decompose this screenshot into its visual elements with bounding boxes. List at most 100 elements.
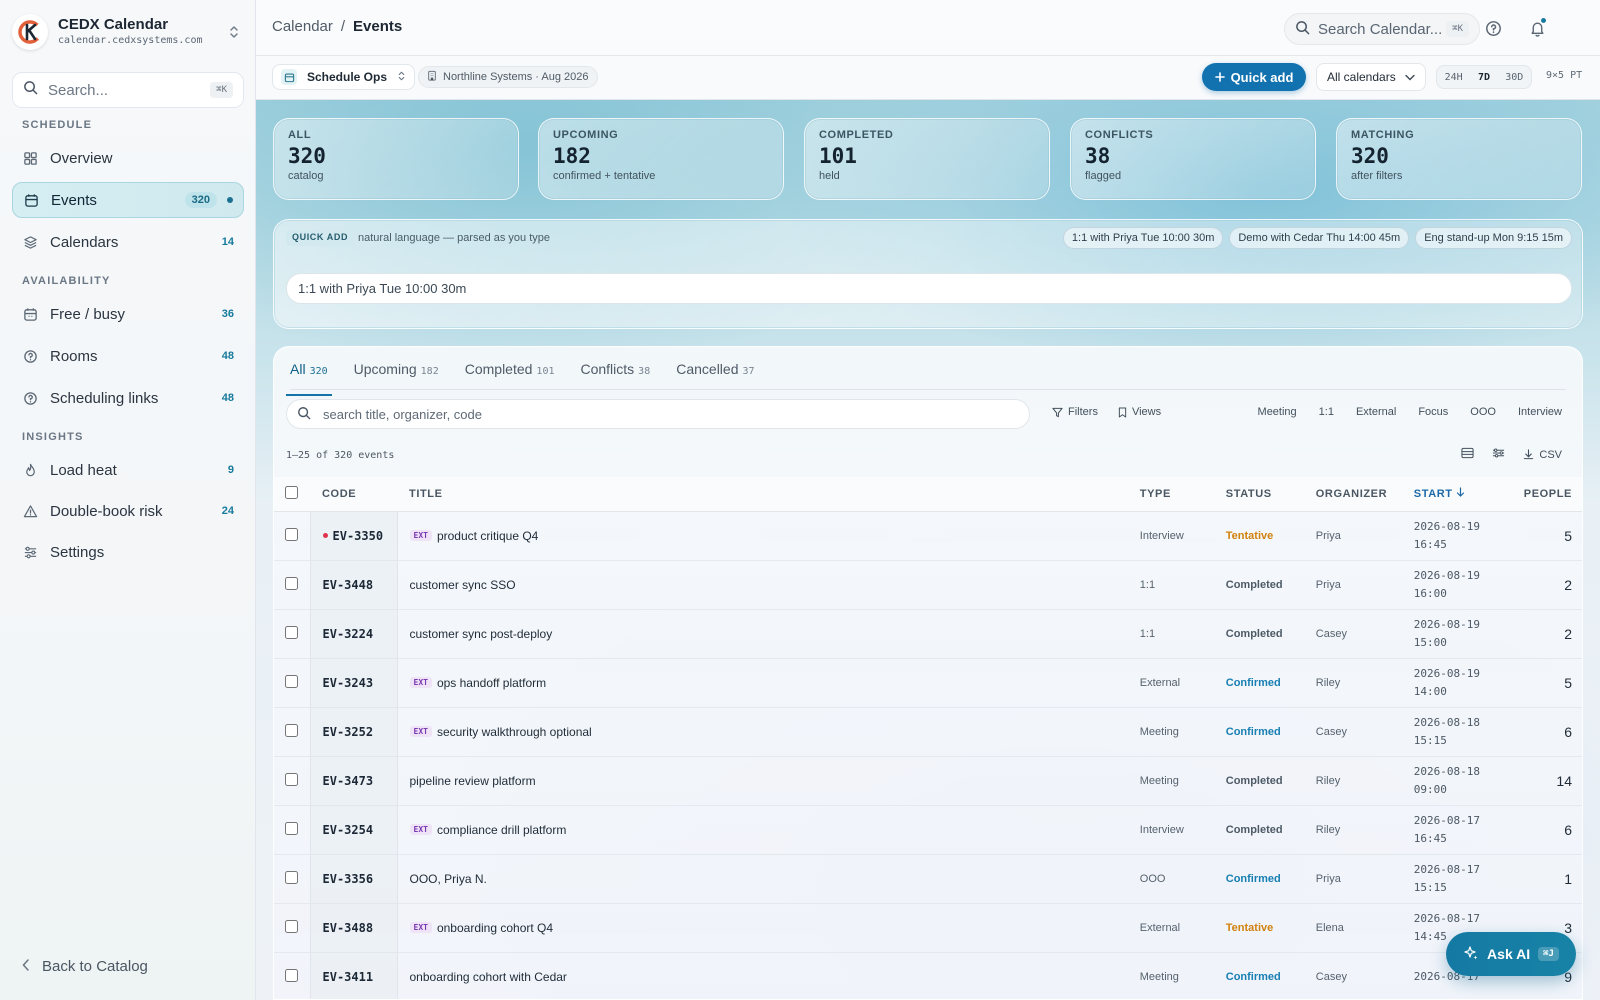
event-code[interactable]: EV-3252 <box>323 725 374 739</box>
row-checkbox[interactable] <box>285 723 298 737</box>
event-code[interactable]: EV-3356 <box>323 872 374 886</box>
workspace-switcher[interactable]: CEDX Calendar calendar.cedxsystems.com <box>12 12 244 52</box>
sidebar-item-events[interactable]: Events 320 <box>12 182 244 218</box>
column-header-code[interactable]: CODE <box>310 477 397 512</box>
table-row[interactable]: EV-3411 onboarding cohort with Cedar Meeti… <box>274 952 1582 999</box>
column-header-title[interactable]: TITLE <box>397 477 1128 512</box>
tab-conflicts[interactable]: Conflicts 38 <box>580 361 650 387</box>
ask-ai-button[interactable]: Ask AI ⌘J <box>1446 932 1576 976</box>
row-checkbox[interactable] <box>285 821 298 835</box>
event-title[interactable]: customer sync post-deploy <box>410 627 553 641</box>
event-code[interactable]: EV-3254 <box>323 823 374 837</box>
table-row[interactable]: EV-3488 EXT onboarding cohort Q4 External Te… <box>274 903 1582 953</box>
type-chip-meeting[interactable]: Meeting <box>1258 406 1297 418</box>
sidebar-item-overview[interactable]: Overview <box>12 140 244 176</box>
event-code[interactable]: EV-3350 <box>333 529 384 543</box>
stat-card-all[interactable]: ALL 320 catalog <box>273 118 519 200</box>
type-chip-focus[interactable]: Focus <box>1418 406 1448 418</box>
quick-add-input[interactable]: 1:1 with Priya Tue 10:00 30m <box>286 273 1572 304</box>
sidebar-item-scheduling-links[interactable]: Scheduling links 48 <box>12 380 244 416</box>
back-to-catalog-link[interactable]: Back to Catalog <box>22 958 148 975</box>
type-chip-external[interactable]: External <box>1356 406 1396 418</box>
stat-card-completed[interactable]: COMPLETED 101 held <box>804 118 1050 200</box>
stat-card-conflicts[interactable]: CONFLICTS 38 flagged <box>1070 118 1316 200</box>
row-checkbox[interactable] <box>285 674 298 688</box>
breadcrumb-root[interactable]: Calendar <box>272 18 333 35</box>
quick-add-example-chip[interactable]: 1:1 with Priya Tue 10:00 30m <box>1062 227 1224 249</box>
table-row[interactable]: EV-3224 customer sync post-deploy 1:1 Compl… <box>274 609 1582 659</box>
tab-upcoming[interactable]: Upcoming 182 <box>354 361 439 387</box>
event-code[interactable]: EV-3224 <box>323 627 374 641</box>
event-title[interactable]: customer sync SSO <box>410 578 516 592</box>
column-header-start[interactable]: START <box>1401 477 1512 512</box>
column-header-people[interactable]: PEOPLE <box>1511 477 1582 512</box>
filters-button[interactable]: Filters <box>1052 406 1098 418</box>
sidebar-search[interactable]: Search... ⌘K <box>12 72 244 108</box>
event-code[interactable]: EV-3473 <box>323 774 374 788</box>
table-row[interactable]: EV-3356 OOO, Priya N. OOO Confirmed Priya 202… <box>274 854 1582 904</box>
density-icon[interactable] <box>1461 447 1474 462</box>
tab-all[interactable]: All 320 <box>286 361 332 396</box>
event-title[interactable]: compliance drill platform <box>437 823 566 837</box>
event-title[interactable]: product critique Q4 <box>437 529 538 543</box>
help-icon[interactable] <box>1481 16 1505 40</box>
stat-card-upcoming[interactable]: UPCOMING 182 confirmed + tentative <box>538 118 784 200</box>
sidebar-item-free-busy[interactable]: Free / busy 36 <box>12 296 244 332</box>
event-title[interactable]: onboarding cohort Q4 <box>437 921 553 935</box>
row-checkbox[interactable] <box>285 968 298 982</box>
quick-add-button[interactable]: Quick add <box>1202 63 1306 91</box>
event-title[interactable]: ops handoff platform <box>437 676 546 690</box>
row-checkbox[interactable] <box>285 527 298 541</box>
quick-add-example-chip[interactable]: Eng stand-up Mon 9:15 15m <box>1415 227 1572 249</box>
type-chip-one-on-one[interactable]: 1:1 <box>1319 406 1334 418</box>
chevron-updown-icon[interactable] <box>224 22 244 42</box>
sidebar-item-calendars[interactable]: Calendars 14 <box>12 224 244 260</box>
column-header-status[interactable]: STATUS <box>1213 477 1304 512</box>
sidebar-item-double-book-risk[interactable]: Double-book risk 24 <box>12 493 244 529</box>
table-row[interactable]: EV-3473 pipeline review platform Meeting Co… <box>274 756 1582 806</box>
event-title[interactable]: onboarding cohort with Cedar <box>410 970 567 984</box>
export-csv-button[interactable]: CSV <box>1523 449 1562 461</box>
calendar-filter-dropdown[interactable]: All calendars <box>1316 63 1426 91</box>
event-title[interactable]: pipeline review platform <box>410 774 536 788</box>
table-row[interactable]: EV-3254 EXT compliance drill platform Inter… <box>274 805 1582 855</box>
quick-add-example-chip[interactable]: Demo with Cedar Thu 14:00 45m <box>1229 227 1410 249</box>
stat-card-matching[interactable]: MATCHING 320 after filters <box>1336 118 1582 200</box>
sidebar-item-load-heat[interactable]: Load heat 9 <box>12 452 244 488</box>
column-header-organizer[interactable]: ORGANIZER <box>1303 477 1402 512</box>
views-button[interactable]: Views <box>1118 406 1161 418</box>
events-search-input[interactable]: search title, organizer, code <box>286 399 1030 429</box>
row-checkbox[interactable] <box>285 919 298 933</box>
event-code[interactable]: EV-3411 <box>323 970 374 984</box>
row-checkbox[interactable] <box>285 576 298 590</box>
event-title[interactable]: OOO, Priya N. <box>410 872 487 886</box>
type-chip-interview[interactable]: Interview <box>1518 406 1562 418</box>
row-checkbox[interactable] <box>285 625 298 639</box>
range-7d[interactable]: 7D <box>1478 72 1490 83</box>
tab-completed[interactable]: Completed 101 <box>465 361 555 387</box>
table-row[interactable]: EV-3243 EXT ops handoff platform External Co… <box>274 658 1582 708</box>
column-header-type[interactable]: TYPE <box>1127 477 1214 512</box>
tab-cancelled[interactable]: Cancelled 37 <box>676 361 754 387</box>
range-24h[interactable]: 24H <box>1445 72 1463 83</box>
bell-icon[interactable] <box>1525 16 1549 40</box>
breadcrumb: Calendar / Events <box>272 18 402 35</box>
type-chip-ooo[interactable]: OOO <box>1470 406 1496 418</box>
table-row[interactable]: EV-3448 customer sync SSO 1:1 Completed Priy… <box>274 560 1582 610</box>
range-30d[interactable]: 30D <box>1505 72 1523 83</box>
stat-value: 320 <box>1351 144 1389 168</box>
row-checkbox[interactable] <box>285 870 298 884</box>
event-code[interactable]: EV-3243 <box>323 676 374 690</box>
event-code[interactable]: EV-3448 <box>323 578 374 592</box>
columns-settings-icon[interactable] <box>1492 447 1505 462</box>
sidebar-item-settings[interactable]: Settings <box>12 534 244 570</box>
table-row[interactable]: EV-3252 EXT security walkthrough optional M… <box>274 707 1582 757</box>
row-checkbox[interactable] <box>285 772 298 786</box>
select-all-checkbox[interactable] <box>285 485 298 499</box>
sidebar-item-rooms[interactable]: Rooms 48 <box>12 338 244 374</box>
calendar-group-select[interactable]: Schedule Ops <box>272 64 416 90</box>
table-row[interactable]: EV-3350 EXT product critique Q4 Interview Te… <box>274 511 1582 561</box>
event-title[interactable]: security walkthrough optional <box>437 725 592 739</box>
event-code[interactable]: EV-3488 <box>323 921 374 935</box>
global-search-input[interactable]: Search Calendar... ⌘K <box>1284 13 1480 45</box>
